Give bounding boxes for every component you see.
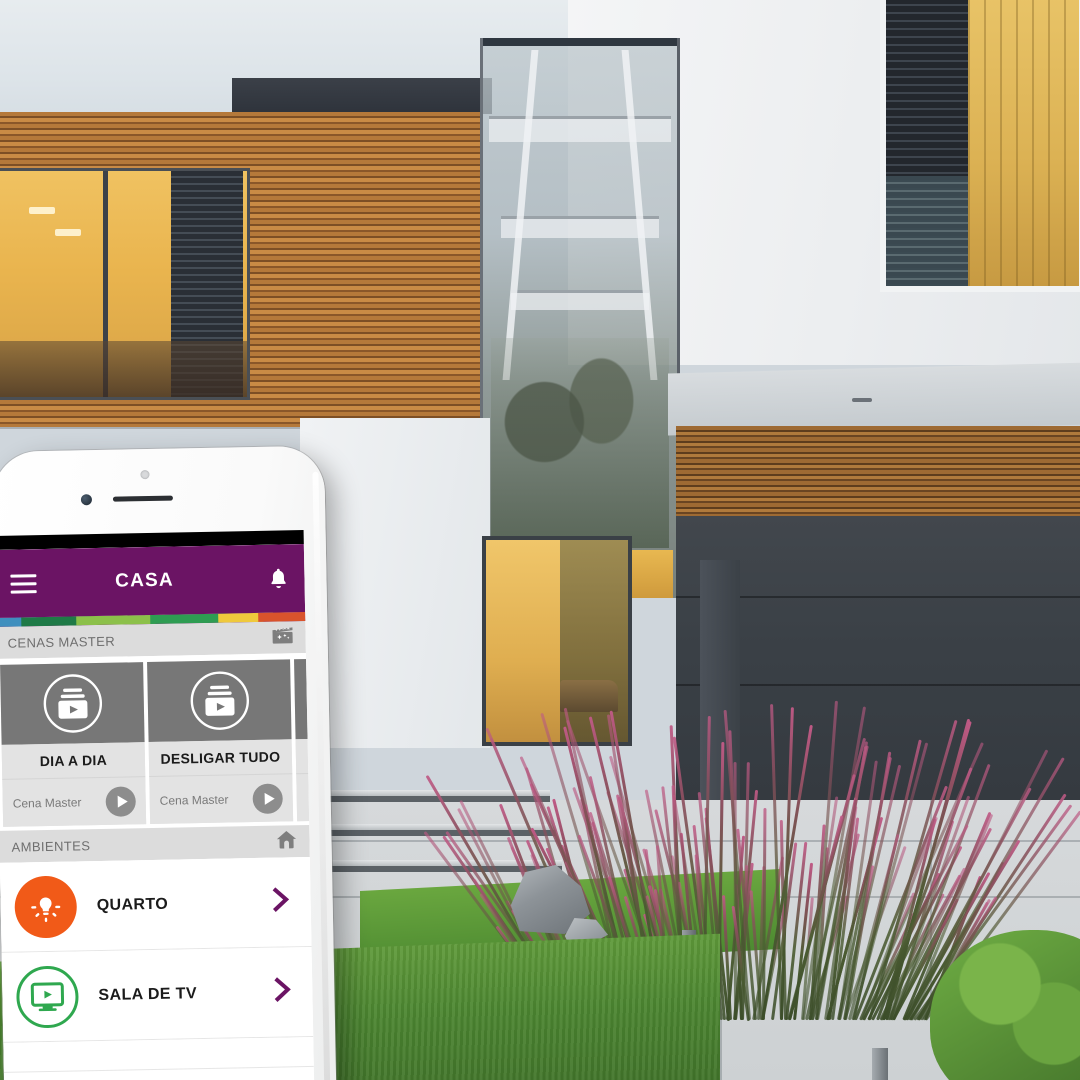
accent-segment — [0, 617, 22, 627]
scene-video-icon — [147, 659, 292, 743]
glass-entry-volume — [480, 38, 680, 598]
scene-subtitle: Cena Master — [12, 794, 82, 811]
scene-footer — [296, 770, 310, 822]
page-title: CASA — [114, 569, 175, 592]
ceiling-light-1 — [29, 207, 55, 214]
louver-right — [886, 0, 968, 286]
glass-soffit-1 — [489, 116, 671, 142]
garden-bollard-light-2 — [872, 1048, 888, 1080]
scene-card[interactable]: DIA A DIA Cena Master — [0, 662, 147, 827]
chevron-right-icon[interactable] — [270, 886, 293, 917]
accent-segment — [150, 613, 219, 624]
accent-segment — [218, 612, 259, 623]
scene-footer: Cena Master — [2, 776, 147, 827]
room-list-item[interactable] — [3, 1036, 314, 1073]
canopy-right — [668, 362, 1080, 436]
window-mullion — [103, 171, 108, 397]
accent-segment — [76, 614, 151, 626]
play-icon[interactable] — [105, 785, 137, 817]
scene-name: DIA A DIA — [1, 742, 146, 779]
bell-icon[interactable] — [262, 567, 288, 589]
scene-name — [295, 736, 310, 774]
screenshot-root: CASA CENAS MASTER DIA A DIA Cena Master … — [0, 0, 1080, 1080]
scene-card[interactable]: DESLIGAR TUDO Cena Master — [147, 659, 294, 825]
scene-name: DESLIGAR TUDO — [148, 739, 293, 777]
room-list-item[interactable]: QUARTO — [0, 856, 312, 953]
canopy-fixture-1 — [852, 398, 872, 402]
clapperboard-icon[interactable] — [271, 625, 293, 649]
scene-footer: Cena Master — [149, 773, 294, 825]
rooms-list: QUARTO SALA DE TV — [0, 856, 314, 1073]
roof-fascia-left — [232, 78, 492, 114]
front-camera-icon — [140, 469, 150, 480]
phone-mockup: CASA CENAS MASTER DIA A DIA Cena Master … — [0, 445, 338, 1080]
wood-band-right — [676, 426, 1080, 518]
room-name: QUARTO — [96, 895, 169, 914]
window-left-lit — [0, 168, 250, 400]
glass-post-right — [621, 50, 658, 380]
home-icon[interactable] — [275, 829, 297, 854]
room-name: SALA DE TV — [98, 984, 198, 1004]
scene-subtitle: Cena Master — [159, 792, 229, 808]
glass-soffit-2 — [501, 216, 659, 238]
room-list-item[interactable]: SALA DE TV — [1, 946, 314, 1043]
glass-post-left — [502, 50, 539, 380]
ceiling-light-2 — [55, 229, 81, 236]
step — [306, 824, 556, 836]
phone-screen: CASA CENAS MASTER DIA A DIA Cena Master … — [0, 544, 316, 1080]
window-right — [880, 0, 1080, 292]
play-icon[interactable] — [252, 782, 283, 814]
scene-video-icon — [0, 662, 145, 745]
reflected-trees — [491, 338, 669, 548]
chevron-right-icon[interactable] — [272, 976, 295, 1007]
app-header: CASA — [0, 544, 306, 618]
scene-card-carousel[interactable]: DIA A DIA Cena Master DESLIGAR TUDO Cena… — [0, 653, 310, 831]
louver-left — [171, 171, 243, 397]
curtain-right — [968, 0, 1079, 286]
lightbulb-icon — [14, 874, 78, 939]
glass-soffit-3 — [511, 290, 649, 310]
section-label: CENAS MASTER — [7, 633, 116, 651]
section-label: AMBIENTES — [11, 837, 91, 855]
accent-segment — [21, 616, 77, 627]
tv-play-icon — [15, 964, 80, 1029]
accent-segment — [257, 612, 306, 622]
